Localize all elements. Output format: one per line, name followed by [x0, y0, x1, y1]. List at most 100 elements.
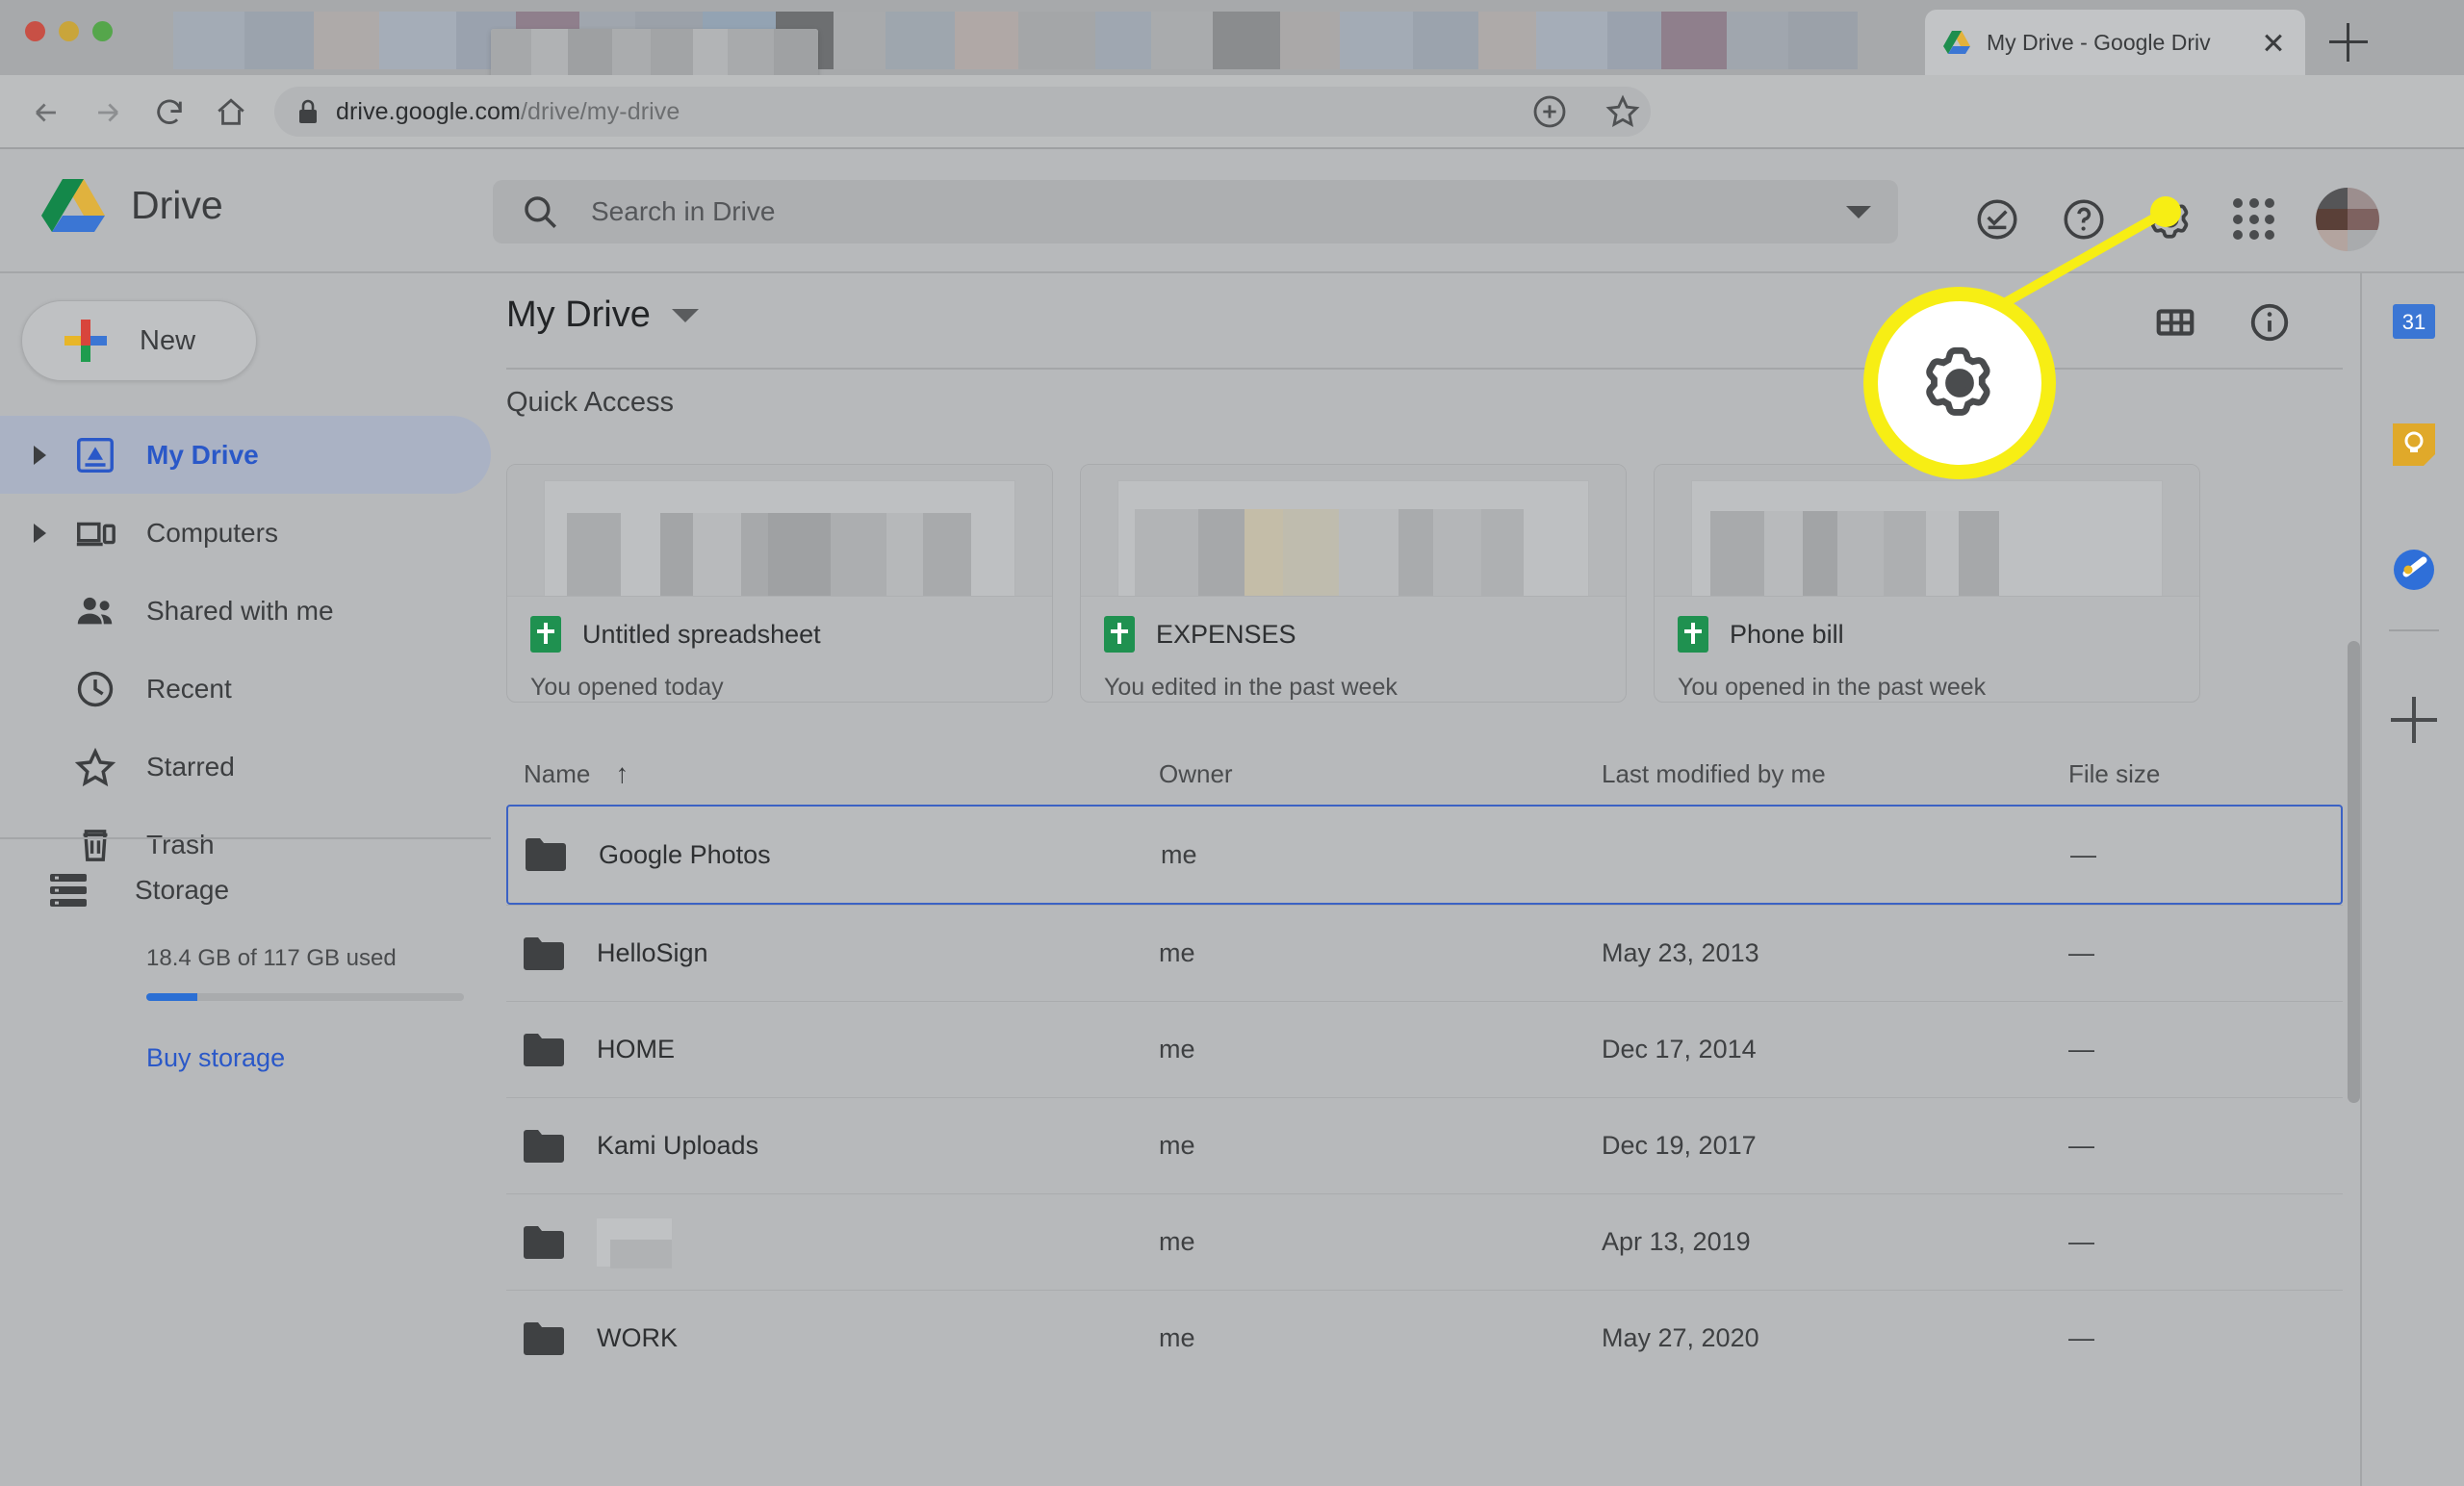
bookmark-star-icon[interactable]: [1604, 92, 1642, 131]
sidebar-item-shared-with-me[interactable]: Shared with me: [0, 572, 491, 650]
content-scrollbar[interactable]: [2346, 633, 2361, 1422]
settings-callout-bubble: [1863, 287, 2056, 479]
storage-icon: [50, 872, 90, 909]
new-button-label: New: [140, 324, 196, 356]
clock-icon: [73, 667, 117, 711]
storage-label: Storage: [135, 875, 230, 905]
google-apps-icon[interactable]: [2233, 198, 2275, 241]
install-app-icon[interactable]: [1530, 92, 1569, 131]
card-subtitle: You opened in the past week: [1678, 674, 1987, 701]
cell-last-modified: Dec 17, 2014: [1602, 1035, 1757, 1063]
back-arrow-icon[interactable]: [19, 92, 73, 133]
google-drive-favicon: [1942, 29, 1971, 56]
card-thumbnail: [1655, 465, 2199, 596]
cell-name: HOME: [524, 1033, 1159, 1066]
active-browser-tab[interactable]: My Drive - Google Driv: [1925, 10, 2305, 75]
page-title: My Drive: [506, 295, 651, 335]
storage-link[interactable]: Storage: [0, 862, 491, 918]
google-tasks-icon[interactable]: [2389, 545, 2439, 595]
sort-ascending-icon: ↑: [615, 758, 629, 788]
maximize-window-button[interactable]: [92, 21, 113, 41]
browser-tab-strip: My Drive - Google Driv: [0, 0, 2464, 85]
expand-arrow-icon[interactable]: [27, 523, 52, 543]
table-row[interactable]: WORK me May 27, 2020 —: [506, 1290, 2343, 1386]
google-sheets-icon: [530, 616, 561, 653]
new-button[interactable]: New: [21, 300, 257, 381]
sidebar-item-starred[interactable]: Starred: [0, 728, 491, 806]
navigation-buttons: [19, 92, 258, 133]
column-header-name[interactable]: Name ↑: [524, 758, 1159, 789]
search-options-caret-icon[interactable]: [1846, 205, 1871, 218]
table-row[interactable]: HOME me Dec 17, 2014 —: [506, 1001, 2343, 1097]
folder-name: WORK: [597, 1323, 678, 1352]
redacted-folder-name: [597, 1217, 672, 1268]
card-meta: Untitled spreadsheet You opened today: [507, 596, 1052, 702]
search-bar[interactable]: [493, 180, 1898, 243]
storage-section: Storage 18.4 GB of 117 GB used Buy stora…: [0, 862, 491, 1073]
reload-icon[interactable]: [142, 92, 196, 133]
table-row[interactable]: Kami Uploads me Dec 19, 2017 —: [506, 1097, 2343, 1193]
settings-gear-icon: [1918, 342, 2001, 424]
folder-name: Kami Uploads: [597, 1131, 759, 1160]
star-icon: [73, 745, 117, 789]
google-calendar-icon[interactable]: 31: [2389, 295, 2439, 345]
cell-last-modified: Apr 13, 2019: [1602, 1227, 1751, 1256]
table-row[interactable]: Google Photos me —: [506, 805, 2343, 905]
scrollbar-thumb[interactable]: [2348, 641, 2360, 1103]
cell-owner: me: [1159, 1227, 1195, 1256]
column-label: Name: [524, 758, 591, 788]
cell-owner: me: [1159, 1323, 1195, 1352]
close-icon[interactable]: [2259, 28, 2288, 57]
search-icon: [520, 192, 560, 232]
column-header-file-size[interactable]: File size: [2068, 759, 2319, 789]
settings-gear-icon[interactable]: [2146, 195, 2194, 243]
forward-arrow-icon[interactable]: [81, 92, 135, 133]
my-drive-icon: [73, 433, 117, 477]
window-traffic-lights[interactable]: [25, 21, 113, 41]
grid-view-icon[interactable]: [2153, 300, 2197, 345]
cell-name: Google Photos: [526, 838, 1161, 871]
my-drive-title-dropdown[interactable]: My Drive: [506, 295, 699, 336]
card-thumbnail: [507, 465, 1052, 596]
sidebar-item-recent[interactable]: Recent: [0, 650, 491, 728]
add-panel-plus-icon[interactable]: [2391, 697, 2437, 743]
minimize-window-button[interactable]: [59, 21, 79, 41]
table-row[interactable]: HelloSign me May 23, 2013 —: [506, 905, 2343, 1001]
account-avatar[interactable]: [2316, 188, 2379, 251]
drive-brand[interactable]: Drive: [40, 176, 223, 234]
new-tab-button[interactable]: [2329, 23, 2368, 62]
chevron-down-icon[interactable]: [671, 308, 699, 322]
expand-arrow-icon[interactable]: [27, 445, 52, 465]
sidebar-item-computers[interactable]: Computers: [0, 494, 491, 572]
storage-used-text: 18.4 GB of 117 GB used: [146, 945, 397, 971]
support-icon[interactable]: [1973, 195, 2021, 243]
quick-access-card[interactable]: EXPENSES You edited in the past week: [1080, 464, 1627, 703]
details-info-icon[interactable]: [2247, 300, 2292, 345]
cell-last-modified: May 23, 2013: [1602, 938, 1759, 967]
google-keep-icon[interactable]: [2389, 420, 2439, 470]
search-input[interactable]: [591, 196, 1846, 227]
table-row[interactable]: me Apr 13, 2019 —: [506, 1193, 2343, 1290]
view-actions: [2153, 300, 2292, 345]
buy-storage-link[interactable]: Buy storage: [146, 1043, 491, 1073]
lock-icon: [297, 99, 319, 124]
card-subtitle: You opened today: [530, 674, 724, 701]
cell-name: Kami Uploads: [524, 1129, 1159, 1163]
url-text: drive.google.com/drive/my-drive: [336, 98, 680, 126]
cell-last-modified: Dec 19, 2017: [1602, 1131, 1757, 1160]
sidebar-item-my-drive[interactable]: My Drive: [0, 416, 491, 494]
quick-access-card[interactable]: Phone bill You opened in the past week: [1654, 464, 2200, 703]
sidebar-divider: [0, 837, 491, 839]
help-icon[interactable]: [2060, 195, 2108, 243]
close-window-button[interactable]: [25, 21, 45, 41]
quick-access-cards: Untitled spreadsheet You opened today EX…: [506, 464, 2200, 703]
cell-file-size: —: [2068, 1227, 2094, 1256]
blurred-background-tabs[interactable]: [173, 12, 1867, 69]
card-subtitle: You edited in the past week: [1104, 674, 1398, 701]
address-bar[interactable]: drive.google.com/drive/my-drive: [274, 87, 1651, 137]
column-header-owner[interactable]: Owner: [1159, 759, 1602, 789]
content-header: My Drive: [493, 273, 2358, 370]
quick-access-card[interactable]: Untitled spreadsheet You opened today: [506, 464, 1053, 703]
column-header-last-modified[interactable]: Last modified by me: [1602, 759, 2068, 789]
home-icon[interactable]: [204, 92, 258, 133]
